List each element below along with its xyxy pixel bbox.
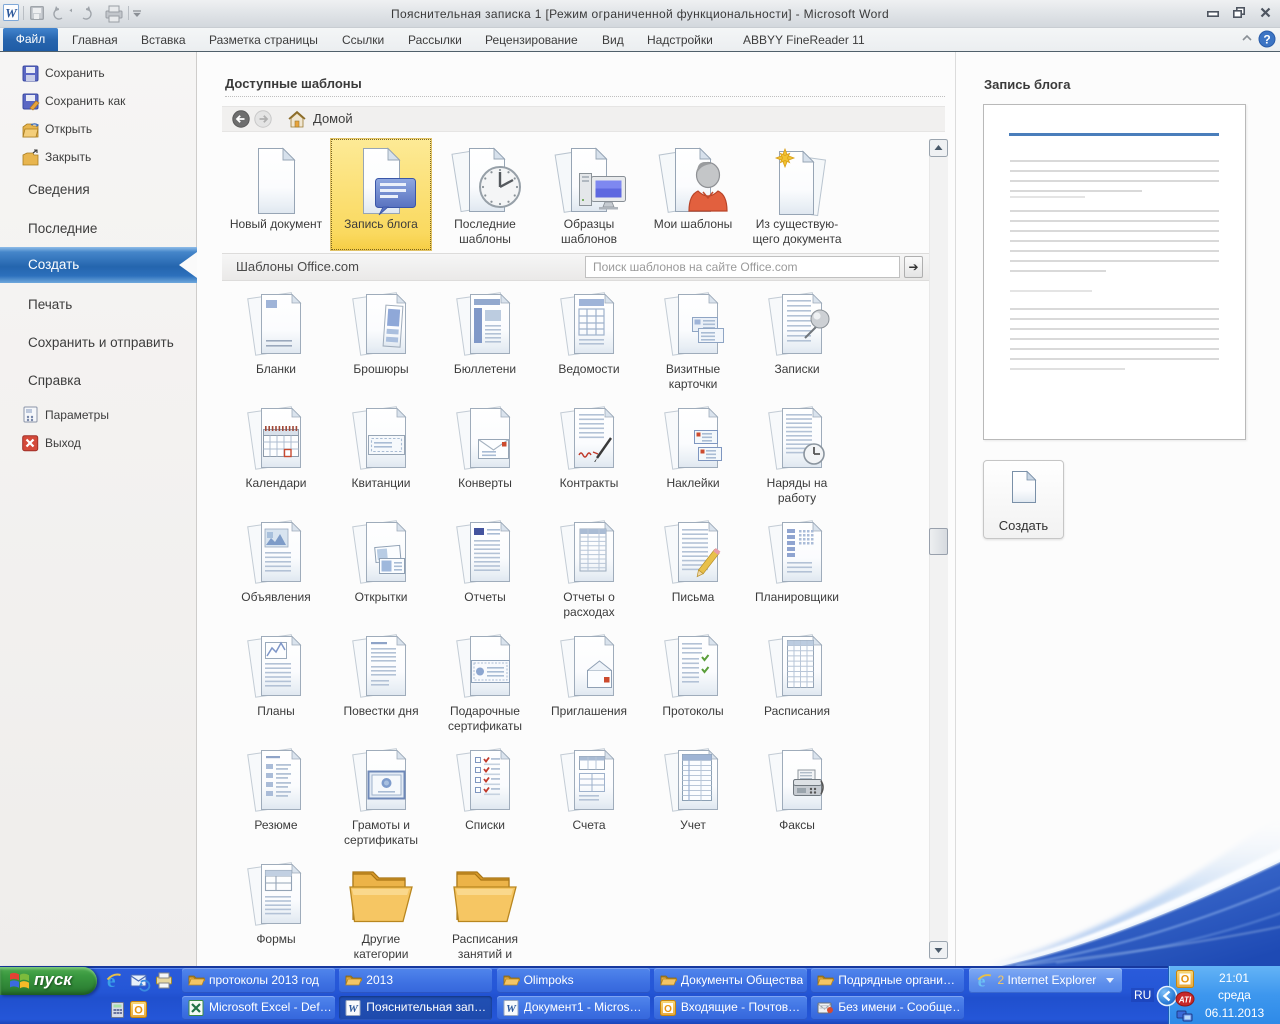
svg-text:?: ? xyxy=(1263,33,1270,47)
svg-text:ATI: ATI xyxy=(1178,996,1192,1005)
svg-text:e: e xyxy=(977,971,985,989)
svg-text:O: O xyxy=(134,1005,143,1017)
svg-text:O: O xyxy=(1181,974,1190,986)
svg-text:W: W xyxy=(348,1003,359,1015)
svg-text:O: O xyxy=(664,1004,672,1015)
svg-text:W: W xyxy=(506,1003,517,1015)
svg-text:W: W xyxy=(5,6,18,21)
